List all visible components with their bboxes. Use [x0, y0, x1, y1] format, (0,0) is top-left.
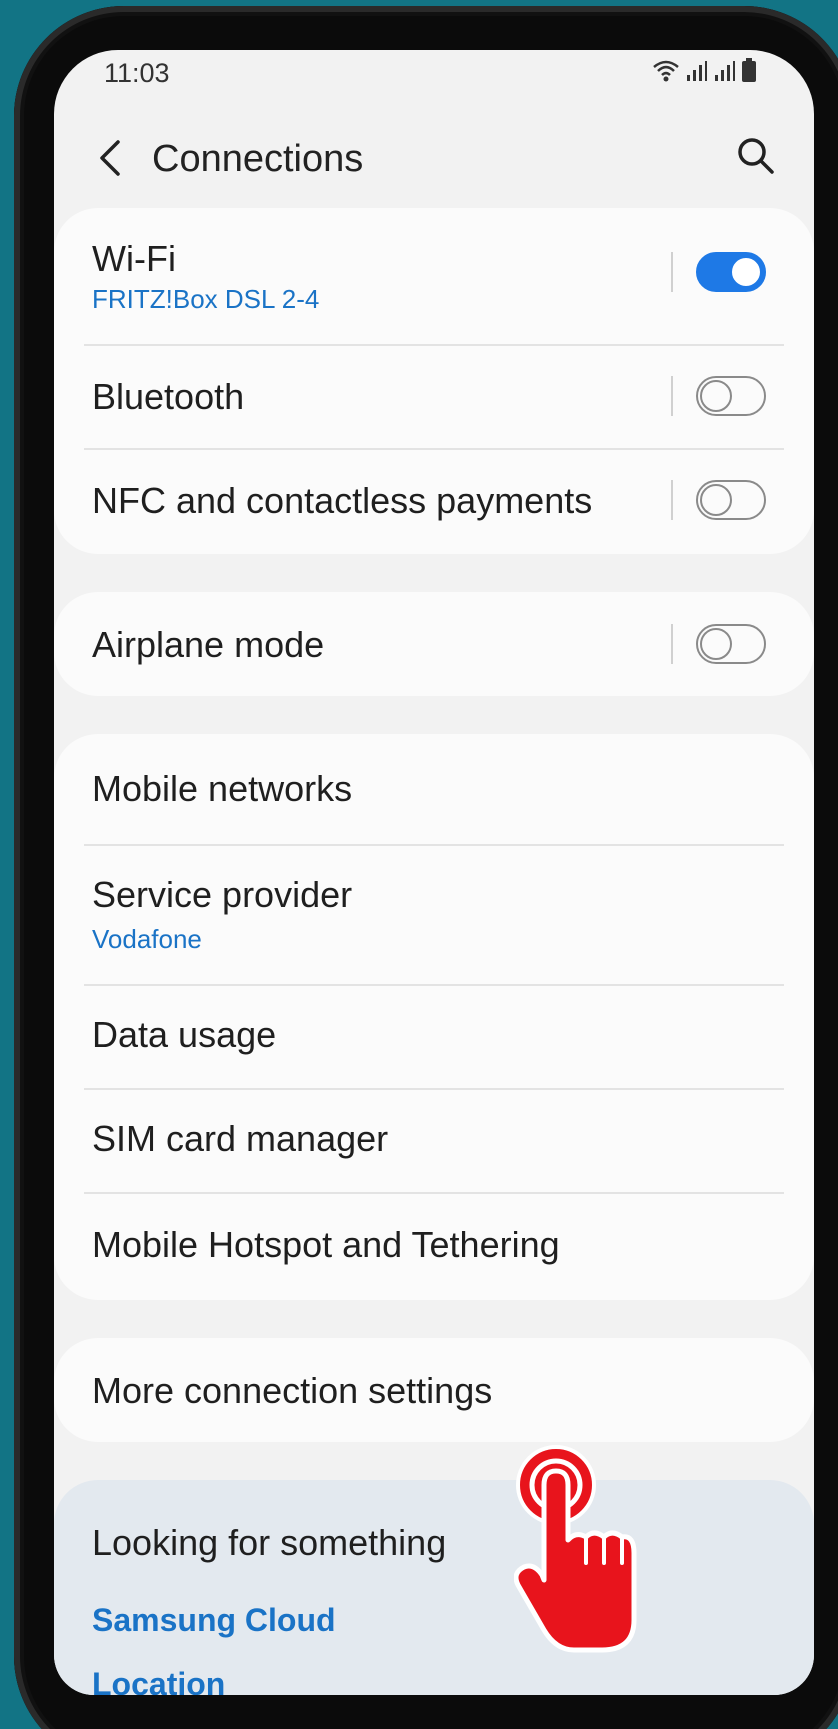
mobile-networks-label: Mobile networks [92, 768, 353, 809]
airplane-label: Airplane mode [92, 624, 325, 665]
wifi-label: Wi-Fi [92, 238, 176, 279]
hotspot-row[interactable]: Mobile Hotspot and Tethering [54, 1192, 814, 1300]
status-icons [652, 58, 756, 82]
airplane-toggle[interactable] [696, 624, 766, 664]
tap-hand-icon [514, 1445, 637, 1653]
nfc-row[interactable]: NFC and contactless payments [54, 448, 814, 554]
page-title: Connections [152, 138, 364, 180]
signal-icon [687, 61, 707, 81]
suggestions-panel: Looking for something Samsung Cloud Loca… [54, 1480, 814, 1695]
search-icon[interactable] [734, 134, 778, 178]
service-provider-value: Vodafone [92, 924, 202, 954]
samsung-cloud-link[interactable]: Samsung Cloud [92, 1602, 336, 1639]
wireless-card: Wi-Fi FRITZ!Box DSL 2-4 Bluetooth NFC an… [54, 208, 814, 554]
wifi-toggle[interactable] [696, 252, 766, 292]
nfc-label: NFC and contactless payments [92, 480, 593, 521]
data-usage-label: Data usage [92, 1014, 277, 1055]
more-settings-label: More connection settings [92, 1370, 493, 1411]
bluetooth-toggle[interactable] [696, 376, 766, 416]
signal-icon [715, 61, 735, 81]
mobile-networks-row[interactable]: Mobile networks [54, 734, 814, 844]
wifi-row[interactable]: Wi-Fi FRITZ!Box DSL 2-4 [54, 208, 814, 344]
status-time: 11:03 [104, 58, 170, 88]
divider [671, 480, 673, 520]
location-link[interactable]: Location [92, 1666, 225, 1695]
service-provider-label: Service provider [92, 874, 353, 915]
suggestions-title: Looking for something [92, 1522, 447, 1563]
data-usage-row[interactable]: Data usage [54, 984, 814, 1088]
divider [671, 624, 673, 664]
sim-manager-label: SIM card manager [92, 1118, 389, 1159]
mobile-card: Mobile networks Service provider Vodafon… [54, 734, 814, 1300]
wifi-network: FRITZ!Box DSL 2-4 [92, 284, 320, 314]
more-settings-row[interactable]: More connection settings [54, 1338, 814, 1442]
status-bar: 11:03 [54, 50, 814, 90]
bluetooth-row[interactable]: Bluetooth [54, 344, 814, 448]
divider [671, 376, 673, 416]
hotspot-label: Mobile Hotspot and Tethering [92, 1224, 560, 1265]
service-provider-row[interactable]: Service provider Vodafone [54, 844, 814, 984]
app-bar: Connections [54, 120, 814, 200]
wifi-icon [653, 60, 679, 82]
divider [671, 252, 673, 292]
airplane-row[interactable]: Airplane mode [54, 592, 814, 696]
battery-icon [742, 58, 756, 82]
nfc-toggle[interactable] [696, 480, 766, 520]
sim-manager-row[interactable]: SIM card manager [54, 1088, 814, 1192]
more-settings-card: More connection settings [54, 1338, 814, 1442]
screen: 11:03 Connections Wi-Fi FRITZ!Box DSL 2-… [54, 50, 814, 1695]
bluetooth-label: Bluetooth [92, 376, 245, 417]
airplane-card: Airplane mode [54, 592, 814, 696]
back-arrow-icon[interactable] [92, 136, 132, 180]
